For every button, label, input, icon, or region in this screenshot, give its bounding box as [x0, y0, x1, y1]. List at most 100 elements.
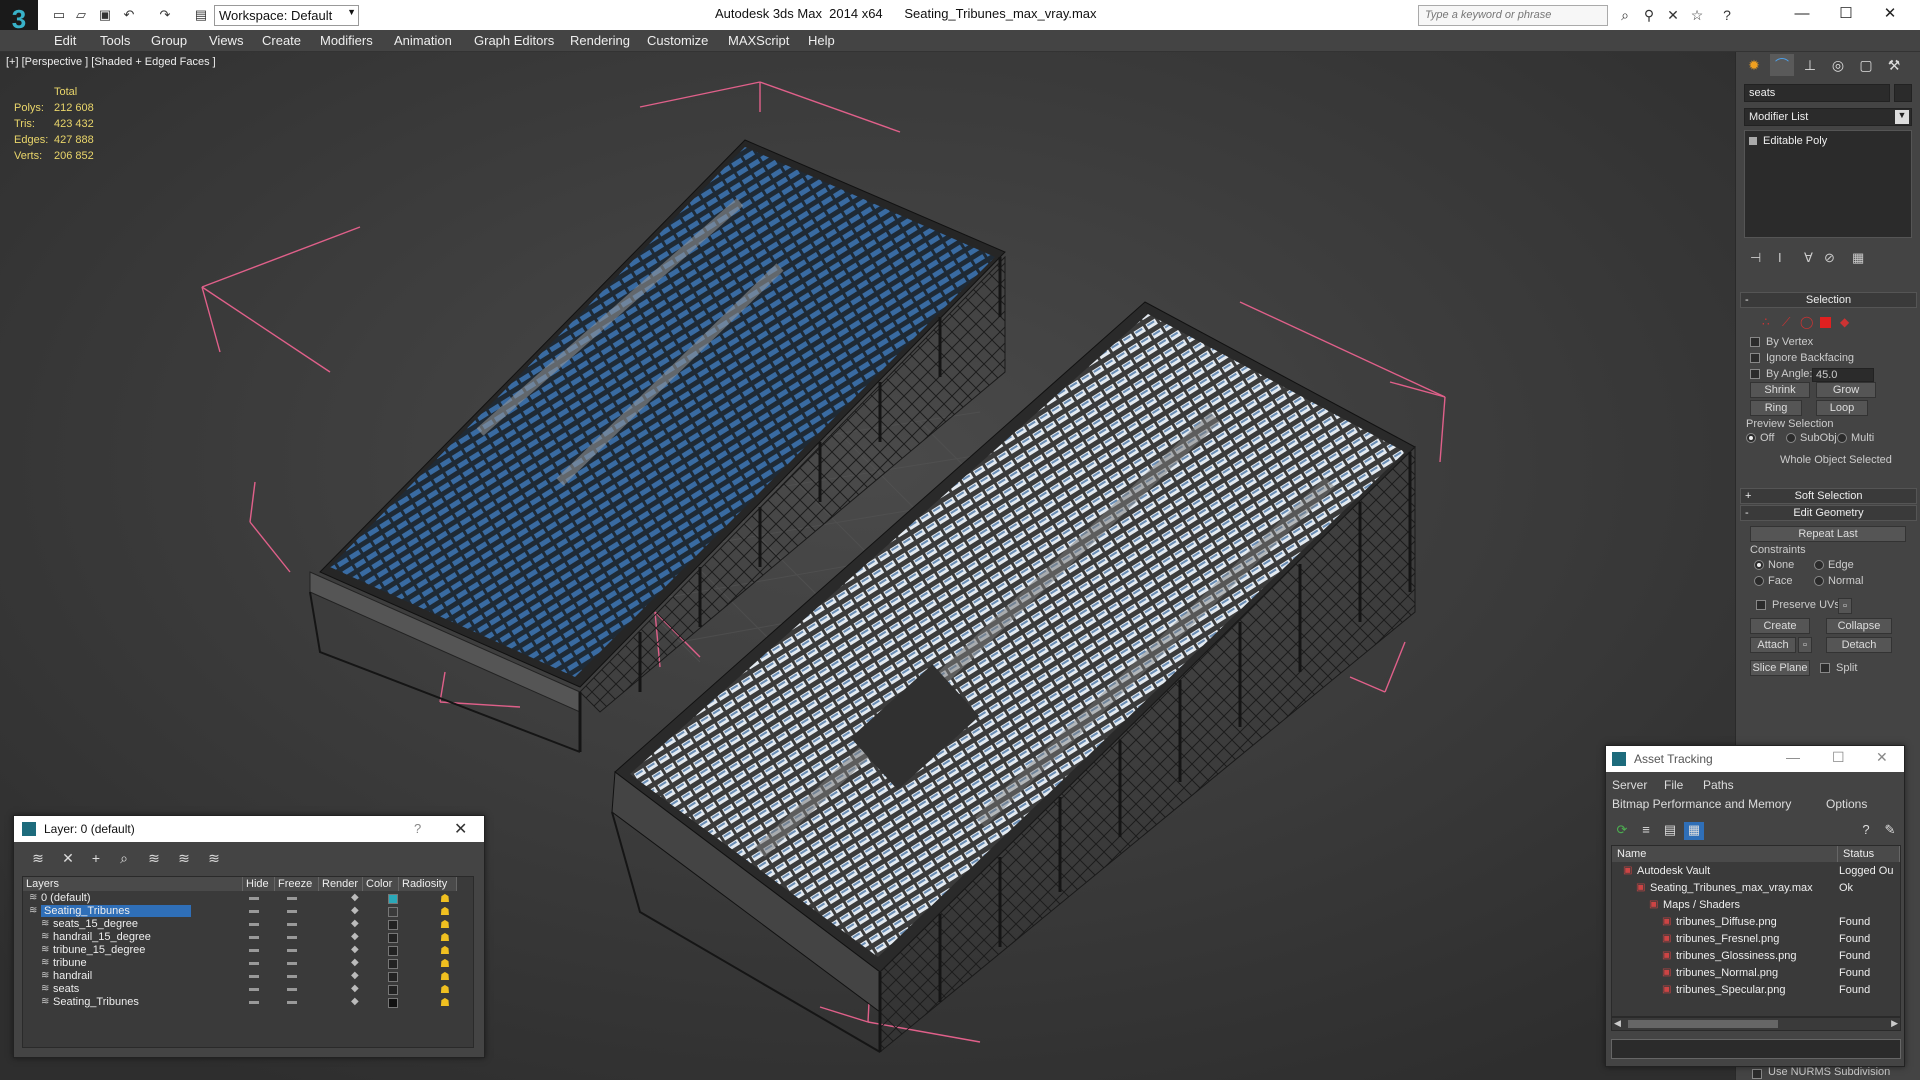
scroll-right-icon[interactable]: ▶ [1891, 1018, 1898, 1029]
attach-list-icon[interactable]: ▫ [1798, 637, 1812, 653]
menu-edit[interactable]: Edit [54, 33, 76, 48]
menu-customize[interactable]: Customize [647, 33, 708, 48]
hide-toggle[interactable]: ▬ [249, 944, 259, 955]
create-button[interactable]: Create [1750, 618, 1810, 634]
hide-toggle[interactable]: ▬ [249, 931, 259, 942]
motion-tab-icon[interactable]: ◎ [1826, 54, 1850, 76]
hide-toggle[interactable]: ▬ [249, 918, 259, 929]
asset-row[interactable]: ▣ tribunes_Glossiness.png Found [1612, 948, 1900, 965]
object-color-swatch[interactable] [1894, 84, 1912, 102]
freeze-toggle[interactable]: ▬ [287, 957, 297, 968]
menu-bitmap-performance[interactable]: Bitmap Performance and Memory [1612, 797, 1791, 811]
open-file-icon[interactable]: ▱ [72, 6, 90, 24]
minimize-icon[interactable]: — [1782, 2, 1822, 26]
polygon-mode-icon[interactable] [1820, 317, 1831, 328]
scroll-left-icon[interactable]: ◀ [1614, 1018, 1621, 1029]
layer-color-swatch[interactable] [388, 985, 398, 995]
highlight-icon[interactable]: ✎ [1880, 822, 1900, 840]
hide-toggle[interactable]: ▬ [249, 892, 259, 903]
ignore-backfacing-checkbox[interactable] [1750, 353, 1760, 363]
highlight-layer-icon[interactable]: ≋ [144, 850, 164, 868]
shrink-button[interactable]: Shrink [1750, 382, 1810, 398]
edge-mode-icon[interactable]: ⟋ [1782, 315, 1796, 329]
constraint-face-radio[interactable] [1754, 576, 1764, 586]
col-layers[interactable]: Layers [23, 877, 243, 891]
hide-toggle[interactable]: ▬ [249, 905, 259, 916]
freeze-toggle[interactable]: ▬ [287, 918, 297, 929]
split-checkbox[interactable] [1820, 663, 1830, 673]
layer-color-swatch[interactable] [388, 907, 398, 917]
modify-tab-icon[interactable]: ⌒ [1770, 54, 1794, 76]
layer-name[interactable]: Seating_Tribunes [53, 996, 139, 1008]
table-view-icon[interactable]: ▦ [1684, 822, 1704, 840]
collapse-button[interactable]: Collapse [1826, 618, 1892, 634]
asset-row[interactable]: ▣ tribunes_Fresnel.png Found [1612, 931, 1900, 948]
menu-animation[interactable]: Animation [394, 33, 452, 48]
asset-row[interactable]: ▣ Maps / Shaders [1612, 897, 1900, 914]
layer-name[interactable]: handrail_15_degree [53, 931, 151, 943]
freeze-toggle[interactable]: ▬ [287, 996, 297, 1007]
asset-row[interactable]: ▣ tribunes_Diffuse.png Found [1612, 914, 1900, 931]
border-mode-icon[interactable]: ◯ [1800, 315, 1814, 329]
expand-box-icon[interactable] [1749, 137, 1757, 145]
layer-name[interactable]: seats [53, 983, 79, 995]
layer-color-swatch[interactable] [388, 946, 398, 956]
layer-name[interactable]: 0 (default) [41, 892, 91, 904]
select-objects-icon[interactable]: ⌕ [114, 850, 134, 868]
menu-file[interactable]: File [1664, 778, 1683, 792]
pin-stack-icon[interactable]: ⊣ [1750, 250, 1761, 266]
search-input[interactable]: Type a keyword or phrase [1418, 5, 1608, 26]
element-mode-icon[interactable]: ◆ [1840, 315, 1854, 329]
radiosity-icon[interactable]: ☗ [440, 996, 450, 1009]
layer-name[interactable]: tribune_15_degree [53, 944, 145, 956]
asset-row[interactable]: ▣ Autodesk Vault Logged Ou [1612, 863, 1900, 880]
render-toggle-icon[interactable]: ◆ [351, 957, 359, 968]
list-view-icon[interactable]: ≡ [1636, 822, 1656, 840]
col-freeze[interactable]: Freeze [275, 877, 319, 891]
col-hide[interactable]: Hide [243, 877, 275, 891]
communication-icon[interactable]: ✕ [1664, 6, 1682, 24]
scroll-thumb[interactable] [1628, 1020, 1778, 1028]
grow-button[interactable]: Grow [1816, 382, 1876, 398]
menu-paths[interactable]: Paths [1703, 778, 1734, 792]
selection-rollout[interactable]: - Selection [1740, 292, 1917, 308]
tree-view-icon[interactable]: ▤ [1660, 822, 1680, 840]
asset-row[interactable]: ▣ tribunes_Specular.png Found [1612, 982, 1900, 999]
help-icon[interactable]: ? [1856, 822, 1876, 840]
menu-tools[interactable]: Tools [100, 33, 130, 48]
menu-views[interactable]: Views [209, 33, 243, 48]
constraint-edge-radio[interactable] [1814, 560, 1824, 570]
layer-name[interactable]: tribune [53, 957, 87, 969]
settings-icon[interactable]: ▫ [1838, 598, 1852, 614]
repeat-last-button[interactable]: Repeat Last [1750, 526, 1906, 542]
configure-sets-icon[interactable]: ▦ [1852, 250, 1864, 266]
close-icon[interactable]: ✕ [454, 819, 467, 839]
layer-name[interactable]: handrail [53, 970, 92, 982]
maximize-icon[interactable]: ☐ [1832, 749, 1845, 766]
menu-maxscript[interactable]: MAXScript [728, 33, 789, 48]
render-toggle-icon[interactable]: ◆ [351, 905, 359, 916]
hide-all-icon[interactable]: ≋ [174, 850, 194, 868]
close-icon[interactable]: ✕ [1876, 749, 1888, 766]
hide-toggle[interactable]: ▬ [249, 996, 259, 1007]
freeze-toggle[interactable]: ▬ [287, 970, 297, 981]
favorites-star-icon[interactable]: ☆ [1688, 6, 1706, 24]
render-toggle-icon[interactable]: ◆ [351, 918, 359, 929]
layer-color-swatch[interactable] [388, 933, 398, 943]
col-radiosity[interactable]: Radiosity [399, 877, 457, 891]
preserve-uvs-checkbox[interactable] [1756, 600, 1766, 610]
layer-row[interactable]: ≋ Seating_Tribunes ▬ ▬ ◆ ☗ [23, 995, 473, 1011]
make-unique-icon[interactable]: ∀ [1804, 250, 1813, 266]
binoculars-icon[interactable]: ⌕ [1616, 6, 1634, 24]
ring-button[interactable]: Ring [1750, 400, 1802, 416]
hide-toggle[interactable]: ▬ [249, 983, 259, 994]
horizontal-scrollbar[interactable]: ◀ ▶ [1611, 1017, 1901, 1031]
by-angle-checkbox[interactable] [1750, 369, 1760, 379]
help-button[interactable]: ? [414, 821, 421, 836]
modifier-list-dropdown[interactable]: Modifier List ▼ [1744, 108, 1912, 126]
asset-row[interactable]: ▣ tribunes_Normal.png Found [1612, 965, 1900, 982]
col-render[interactable]: Render [319, 877, 363, 891]
redo-icon[interactable]: ↷ [156, 6, 174, 24]
hierarchy-tab-icon[interactable]: ⊥ [1798, 54, 1822, 76]
workspace-dropdown[interactable]: Workspace: Default ▼ [214, 5, 359, 26]
